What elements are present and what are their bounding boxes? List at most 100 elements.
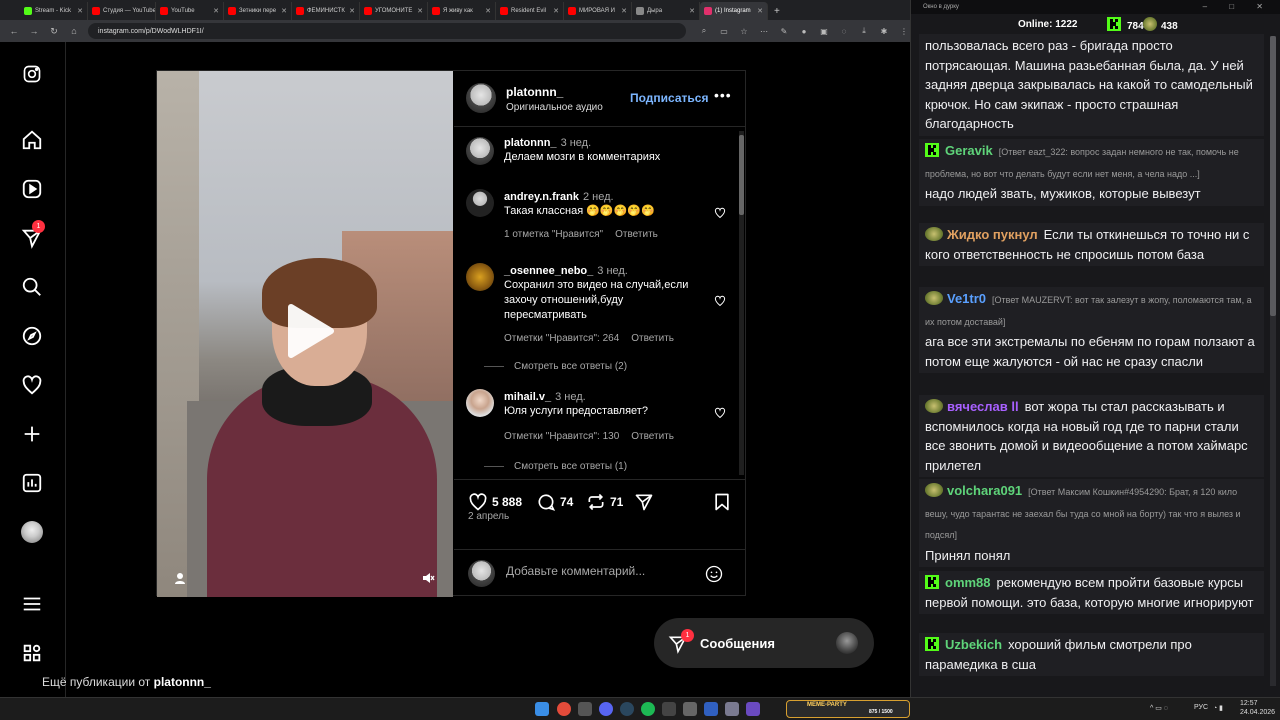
save-button[interactable]	[712, 492, 732, 512]
chat-username[interactable]: omm88	[945, 575, 991, 590]
commenter-avatar[interactable]	[466, 137, 494, 165]
follow-button[interactable]: Подписаться	[630, 91, 708, 105]
language-indicator[interactable]: РУС	[1194, 704, 1208, 711]
reply-button[interactable]: Ответить	[631, 431, 674, 442]
commenter-username[interactable]: _osennee_nebo_	[504, 265, 593, 277]
dashboard-icon[interactable]	[20, 471, 44, 495]
extension-icon[interactable]: ◌	[838, 27, 850, 36]
chat-username[interactable]: volchara091	[947, 483, 1022, 498]
spotify-icon[interactable]	[641, 702, 655, 716]
search-icon[interactable]: ⌕	[698, 26, 710, 36]
browser-tab[interactable]: Дыра ✕	[632, 2, 700, 20]
chat-username[interactable]: Ve1tr0	[947, 291, 986, 306]
close-tab-icon[interactable]: ✕	[553, 7, 559, 15]
close-tab-icon[interactable]: ✕	[77, 7, 83, 15]
discord-icon[interactable]	[599, 702, 613, 716]
app-icon[interactable]	[662, 702, 676, 716]
browser-tab[interactable]: МИРОВАЯ И ✕	[564, 2, 632, 20]
steam-icon[interactable]	[620, 702, 634, 716]
url-input[interactable]: instagram.com/p/DWodWLHDF1I/	[88, 23, 686, 39]
instagram-logo-icon[interactable]	[20, 62, 44, 86]
more-posts-username[interactable]: platonnn_	[154, 675, 211, 689]
clock-time[interactable]: 12:57	[1240, 700, 1258, 707]
play-icon[interactable]	[277, 301, 337, 361]
author-avatar[interactable]	[466, 83, 496, 113]
commenter-username[interactable]: mihail.v_	[504, 391, 551, 403]
close-tab-icon[interactable]: ✕	[485, 7, 491, 15]
new-tab-icon[interactable]: +	[774, 6, 780, 17]
meme-party-widget[interactable]: МЕМЕ-PARTY 875 / 1500	[786, 700, 910, 718]
chat-scrollbar[interactable]	[1270, 36, 1276, 686]
puzzle-icon[interactable]: ✱	[878, 27, 890, 36]
browser-tab[interactable]: Я живу как ✕	[428, 2, 496, 20]
more-options-icon[interactable]: •••	[714, 87, 732, 103]
menu-hamburger-icon[interactable]	[20, 592, 44, 616]
home-icon[interactable]	[20, 128, 44, 152]
reel-video[interactable]	[157, 71, 453, 597]
close-tab-icon[interactable]: ✕	[417, 7, 423, 15]
messages-floating-button[interactable]: 1 Сообщения	[654, 618, 874, 668]
comment-likes[interactable]: Отметки "Нравится": 264	[504, 333, 619, 344]
app-icon[interactable]	[746, 702, 760, 716]
browser-tab[interactable]: Stream - Kick ✕	[20, 2, 88, 20]
like-comment-icon[interactable]	[714, 407, 726, 419]
chat-username[interactable]: вячеслав ll	[947, 399, 1019, 414]
like-comment-icon[interactable]	[714, 207, 726, 219]
reload-icon[interactable]: ↻	[48, 26, 60, 37]
comment-likes[interactable]: Отметки "Нравится": 130	[504, 431, 619, 442]
message-contact-avatar[interactable]	[836, 632, 858, 654]
like-button[interactable]: 5 888	[468, 492, 522, 512]
app-icon[interactable]	[683, 702, 697, 716]
window-controls[interactable]: – □ ✕	[1203, 2, 1273, 11]
extension-icon[interactable]: ●	[798, 27, 810, 36]
close-tab-icon[interactable]: ✕	[213, 7, 219, 15]
extension-icon[interactable]: ✎	[778, 27, 790, 36]
cast-icon[interactable]: ▭	[718, 27, 730, 36]
commenter-avatar[interactable]	[466, 189, 494, 217]
browser-tab[interactable]: (1) Instagram ✕	[700, 2, 768, 20]
browser-tab[interactable]: YouTube ✕	[156, 2, 224, 20]
like-comment-icon[interactable]	[714, 295, 726, 307]
chat-username[interactable]: Жидко пукнул	[947, 227, 1038, 242]
notifications-heart-icon[interactable]	[20, 373, 44, 397]
reels-icon[interactable]	[20, 177, 44, 201]
comment-button[interactable]: 74	[536, 492, 573, 512]
user-tag-icon[interactable]	[173, 571, 187, 585]
browser-tab[interactable]: Зетники пере ✕	[224, 2, 292, 20]
close-tab-icon[interactable]: ✕	[349, 7, 355, 15]
search-icon[interactable]	[20, 275, 44, 299]
start-icon[interactable]	[535, 702, 549, 716]
emoji-icon[interactable]	[704, 564, 724, 584]
chat-username[interactable]: Geravik	[945, 143, 993, 158]
audio-label[interactable]: Оригинальное аудио	[506, 102, 603, 113]
app-icon[interactable]	[725, 702, 739, 716]
commenter-avatar[interactable]	[466, 389, 494, 417]
commenter-username[interactable]: platonnn_	[504, 137, 557, 149]
author-username[interactable]: platonnn_	[506, 85, 563, 99]
extension-icon[interactable]: ⋯	[758, 27, 770, 36]
mute-icon[interactable]	[421, 571, 435, 585]
repost-button[interactable]: 71	[586, 492, 623, 512]
forward-icon[interactable]: →	[28, 26, 40, 36]
download-icon[interactable]: ⤓	[858, 26, 870, 36]
close-tab-icon[interactable]: ✕	[689, 7, 695, 15]
close-tab-icon[interactable]: ✕	[621, 7, 627, 15]
threads-grid-icon[interactable]	[20, 641, 44, 665]
close-tab-icon[interactable]: ✕	[281, 7, 287, 15]
app-icon[interactable]	[578, 702, 592, 716]
browser-tab[interactable]: Студия — YouTube✕	[88, 2, 156, 20]
tray-icons[interactable]: ◔ ▮	[1213, 704, 1223, 712]
create-plus-icon[interactable]	[20, 422, 44, 446]
browser-tab[interactable]: Resident Evil ✕	[496, 2, 564, 20]
extension-icon[interactable]: ▣	[818, 27, 830, 36]
back-icon[interactable]: ←	[8, 26, 20, 36]
app-icon[interactable]	[704, 702, 718, 716]
profile-avatar[interactable]	[20, 520, 44, 544]
browser-tab[interactable]: ФЕМИНИСТК ✕	[292, 2, 360, 20]
direct-messages-icon[interactable]: 1	[20, 220, 45, 250]
comments-scrollbar[interactable]	[739, 131, 744, 475]
share-button[interactable]	[634, 492, 654, 512]
chat-username[interactable]: Uzbekich	[945, 637, 1002, 652]
view-replies-button[interactable]: Смотреть все ответы (1)	[484, 461, 627, 472]
comment-likes[interactable]: 1 отметка "Нравится"	[504, 229, 603, 240]
